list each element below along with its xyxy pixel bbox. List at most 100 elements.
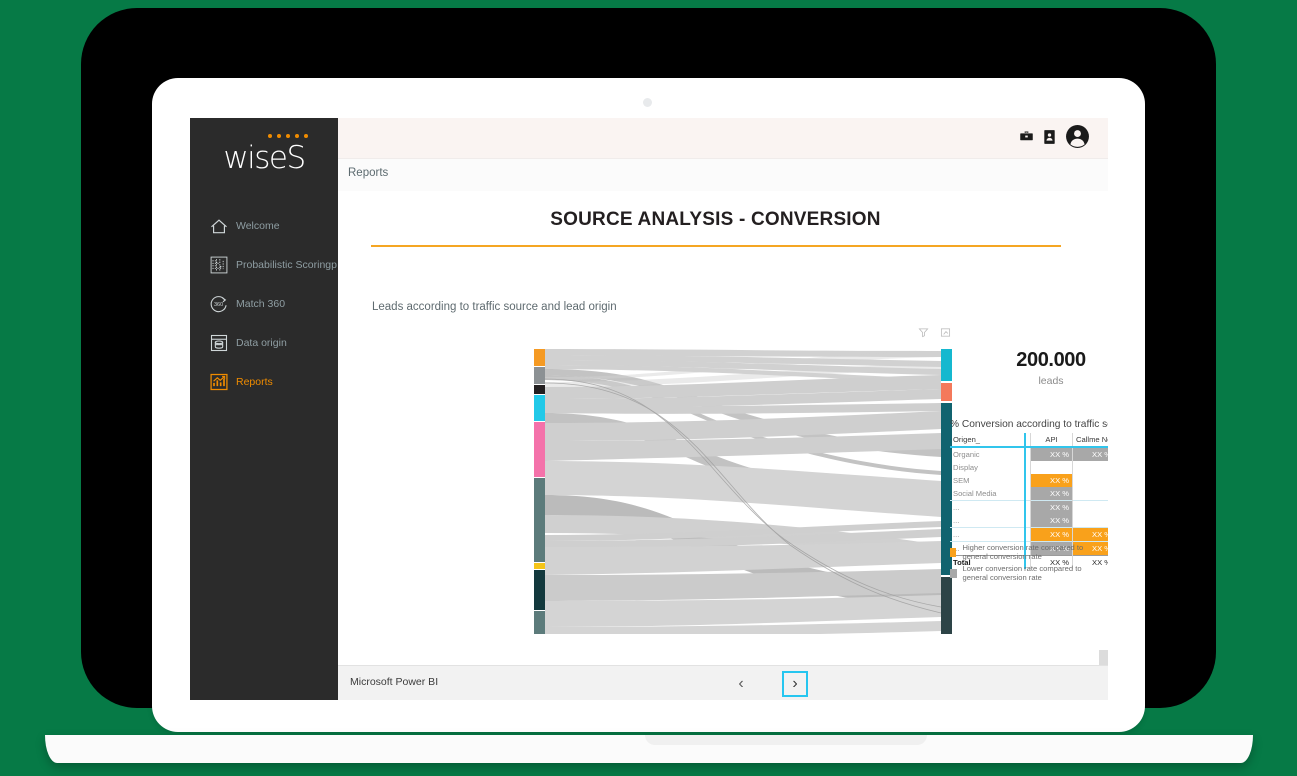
sankey-node [534, 478, 545, 562]
column-header: Origen_ [953, 435, 981, 444]
sankey-node [941, 349, 952, 381]
sankey-links [544, 349, 942, 634]
table-cell [1072, 474, 1108, 487]
contact-card-icon[interactable] [1043, 129, 1056, 150]
table-cell: XX % [1030, 447, 1073, 461]
sankey-node [534, 563, 545, 569]
bar-chart-icon [208, 371, 229, 392]
table-cell: XX % [1030, 487, 1073, 501]
scrollbar-thumb[interactable] [1099, 650, 1108, 666]
network-icon [208, 254, 229, 275]
legend-item-higher: Higher conversion rate compared to gener… [950, 543, 1108, 561]
main-area: Reports SOURCE ANALYSIS - CONVERSION Lea… [338, 118, 1108, 700]
previous-page-button[interactable]: ‹ [730, 673, 752, 695]
sankey-node [534, 570, 545, 610]
sankey-chart[interactable] [534, 349, 952, 634]
match360-icon: 360 [208, 293, 229, 314]
brand-logo[interactable]: wiseS [190, 134, 338, 175]
sankey-left-nodes [534, 349, 545, 634]
top-bar [338, 118, 1108, 158]
table-cell [1030, 461, 1073, 474]
table-cell: XX % [1030, 527, 1073, 542]
table-cell [1072, 500, 1108, 514]
briefcase-icon[interactable] [1019, 129, 1034, 149]
sidebar-item-label: Data origin [236, 336, 287, 349]
user-avatar-icon[interactable] [1065, 124, 1090, 154]
home-icon [208, 215, 229, 236]
database-icon [208, 332, 229, 353]
sankey-node [534, 611, 545, 634]
table-cell: XX % [1030, 514, 1073, 528]
page-title: SOURCE ANALYSIS - CONVERSION [550, 209, 881, 230]
legend-label: Higher conversion rate compared to gener… [962, 543, 1084, 561]
sankey-node [941, 383, 952, 401]
logo-dots-icon [190, 134, 338, 141]
powerbi-footer: Microsoft Power BI ‹ › [338, 665, 1108, 700]
sidebar-item-label: Probabilistic Scoringp [236, 258, 337, 271]
legend-label: Lower conversion rate compared to genera… [962, 564, 1082, 582]
sidebar-item-reports[interactable]: Reports [190, 362, 338, 401]
table-row: ...XX %% [950, 500, 1108, 514]
page-navigation: ‹ › [730, 671, 808, 697]
table-row: OrganicXX %XX %XX%XX%% [950, 447, 1108, 461]
sidebar-item-label: Match 360 [236, 297, 286, 310]
visual-header-icons [918, 325, 951, 343]
kpi-leads: 200.000 leads [996, 349, 1106, 387]
sidebar-nav: Welcome Probabilistic Scoringp 360 Match… [190, 206, 338, 401]
table-row: ...XX %XX%XX%% [950, 514, 1108, 528]
table-cell: XX % [1030, 500, 1073, 514]
column-header: Callme Now [1072, 433, 1108, 447]
sidebar-item-label: Welcome [236, 219, 280, 232]
table-cell: XX % [1072, 527, 1108, 542]
application-window: wiseS Welcome Probabilistic Scoringp 360… [190, 118, 1108, 700]
row-label: Organic [953, 450, 980, 459]
webcam-icon [643, 98, 652, 107]
sankey-node [534, 422, 545, 477]
legend-swatch-lower [950, 568, 957, 578]
top-bar-icons [1019, 124, 1090, 154]
report-canvas: SOURCE ANALYSIS - CONVERSION Leads accor… [338, 191, 1108, 652]
table-row: SEMXX %% [950, 474, 1108, 487]
table-row: DisplayXX %% [950, 461, 1108, 474]
kpi-label: leads [1038, 375, 1064, 387]
sidebar-item-probabilistic-scoring[interactable]: Probabilistic Scoringp [190, 245, 338, 284]
sidebar: wiseS Welcome Probabilistic Scoringp 360… [190, 118, 338, 700]
table-cell [1072, 461, 1108, 474]
row-label: SEM [953, 476, 970, 485]
row-label: Social Media [953, 489, 997, 498]
column-header: API [1030, 433, 1073, 447]
filter-funnel-icon[interactable] [918, 325, 929, 343]
brand-name: wiseS [223, 140, 306, 176]
row-label: ... [953, 530, 960, 539]
table-title: % Conversion according to traffic source… [950, 419, 1108, 430]
screenshot-stage: wiseS Welcome Probabilistic Scoringp 360… [0, 0, 1297, 776]
table-header-row: Origen_ API Callme Now Inbound Phone Rin… [950, 433, 1108, 447]
breadcrumb-bar: Reports [338, 158, 1108, 192]
visual-subtitle: Leads according to traffic source and le… [372, 301, 617, 313]
table-cell: XX % [1072, 447, 1108, 461]
breadcrumb[interactable]: Reports [348, 167, 388, 179]
sankey-node [534, 385, 545, 394]
next-page-button[interactable]: › [782, 671, 808, 697]
legend-item-lower: Lower conversion rate compared to genera… [950, 564, 1108, 582]
kpi-value: 200.000 [1016, 349, 1086, 371]
focus-mode-icon[interactable] [940, 325, 951, 343]
row-label: ... [953, 503, 960, 512]
sidebar-item-data-origin[interactable]: Data origin [190, 323, 338, 362]
sidebar-item-match-360[interactable]: 360 Match 360 [190, 284, 338, 323]
sankey-node [534, 349, 545, 366]
sankey-node [534, 395, 545, 421]
legend-swatch-higher [950, 547, 957, 557]
table-row: Social MediaXX %XX %XX%% [950, 487, 1108, 501]
table-cell [1072, 514, 1108, 528]
table-cell [1072, 487, 1108, 501]
svg-text:360: 360 [214, 302, 223, 308]
sankey-svg [534, 349, 952, 634]
powerbi-brand-label: Microsoft Power BI [350, 676, 439, 688]
row-label: Display [953, 463, 978, 472]
laptop-base-notch [645, 735, 927, 745]
sidebar-item-welcome[interactable]: Welcome [190, 206, 338, 245]
title-underline [371, 245, 1061, 247]
sidebar-item-label: Reports [236, 375, 273, 388]
table-row: ...XX %XX %XX%XX%% [950, 527, 1108, 542]
